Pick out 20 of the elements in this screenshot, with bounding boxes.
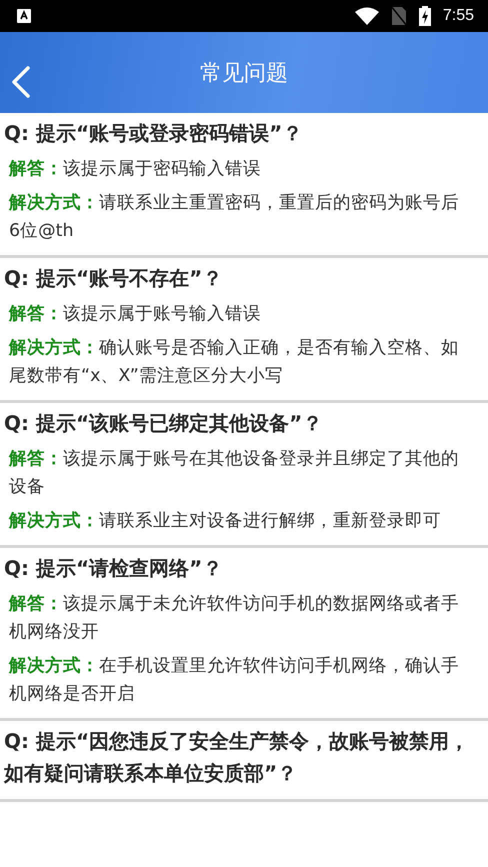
battery-charging-icon bbox=[418, 6, 431, 26]
faq-question: Q: 提示“账号或登录密码错误”？ bbox=[4, 120, 304, 147]
clock-time: 7:55 bbox=[442, 7, 474, 25]
faq-answer: 解答：该提示属于未允许软件访问手机的数据网络或者手机网络没开 bbox=[9, 593, 460, 644]
faq-question: Q: 提示“该账号已绑定其他设备”？ bbox=[4, 410, 324, 437]
faq-answer: 解决方式：在手机设置里允许软件访问手机网络，确认手机网络是否开启 bbox=[9, 654, 460, 706]
faq-question: Q: 提示“因您违反了安全生产禁令，故账号被禁用，如有疑问请联系本单位安质部”？ bbox=[4, 728, 470, 787]
faq-answer: 解答：该提示属于密码输入错误 bbox=[9, 158, 262, 181]
app-notification-icon bbox=[16, 8, 32, 24]
no-sim-icon bbox=[390, 6, 407, 26]
faq-answer: 解决方式：请联系业主重置密码，重置后的密码为账号后6位@th bbox=[9, 192, 460, 243]
faq-answer: 解决方式：确认账号是否输入正确，是否有输入空格、如尾数带有“x、X”需注意区分大小写 bbox=[9, 336, 460, 388]
faq-question: Q: 提示“请检查网络”？ bbox=[4, 555, 224, 582]
faq-answer: 解答：该提示属于账号输入错误 bbox=[9, 303, 262, 326]
wifi-icon bbox=[354, 7, 379, 25]
faq-answer: 解决方式：请联系业主对设备进行解绑，重新登录即可 bbox=[9, 510, 442, 533]
faq-answer: 解答：该提示属于账号在其他设备登录并且绑定了其他的设备 bbox=[9, 448, 460, 499]
back-icon[interactable] bbox=[10, 66, 32, 98]
faq-question: Q: 提示“账号不存在”？ bbox=[4, 265, 224, 292]
page-title: 常见问题 bbox=[200, 60, 288, 88]
